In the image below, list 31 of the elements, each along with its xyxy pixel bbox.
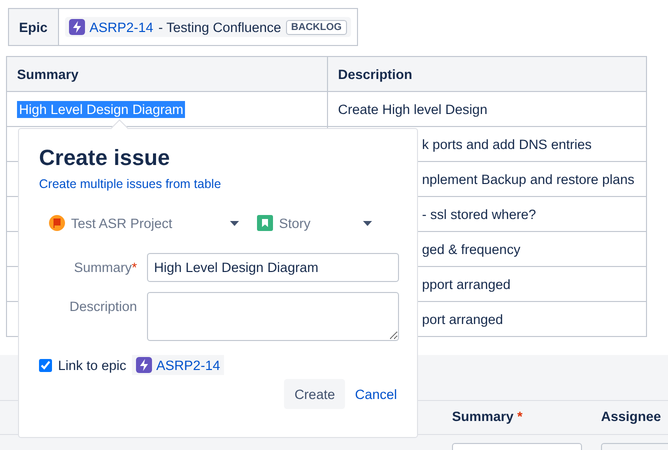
dialog-title: Create issue [39, 145, 170, 171]
table-link[interactable]: Create multiple issues from table [39, 177, 222, 191]
field-label: Description [68, 298, 137, 314]
checkbox-label: Link to epic [58, 358, 126, 372]
flag-icon [49, 215, 65, 231]
epic-label: Epic [9, 9, 59, 45]
epic-key[interactable]: ASRP2-14 [156, 358, 220, 372]
column-header: Summary [6, 56, 328, 92]
table-cell: Create High level Design [328, 92, 646, 126]
checkbox[interactable] [39, 358, 52, 372]
status-lozenge: BACKLOG [286, 20, 347, 34]
field-label: Summary* [72, 259, 137, 275]
epic-lozenge[interactable]: ASRP2-14 - Testing Confluence BACKLOG [64, 17, 351, 37]
lightning-icon [136, 357, 152, 373]
column-header: Summary * [452, 409, 523, 424]
column-header: Assignee [601, 409, 662, 424]
issue-type-select[interactable]: Story [257, 215, 372, 231]
column-header: Description [328, 56, 646, 92]
epic-key[interactable]: ASRP2-14 [90, 20, 154, 34]
epic-title: - Testing Confluence [158, 20, 282, 34]
caret-icon [363, 220, 372, 226]
caret-icon [230, 220, 239, 226]
summary-field[interactable]: High Level Design Diagram [147, 253, 399, 282]
epic-lozenge[interactable]: ASRP2-14 [132, 355, 224, 375]
bookmark-icon [257, 215, 273, 231]
lightning-icon [68, 19, 85, 35]
create-button[interactable]: Create [284, 379, 345, 409]
selected-text: High Level Design Diagram [17, 100, 186, 118]
cancel-button[interactable]: Cancel [354, 379, 397, 409]
description-field[interactable] [147, 292, 399, 341]
project-select[interactable]: Test ASR Project [49, 215, 239, 231]
